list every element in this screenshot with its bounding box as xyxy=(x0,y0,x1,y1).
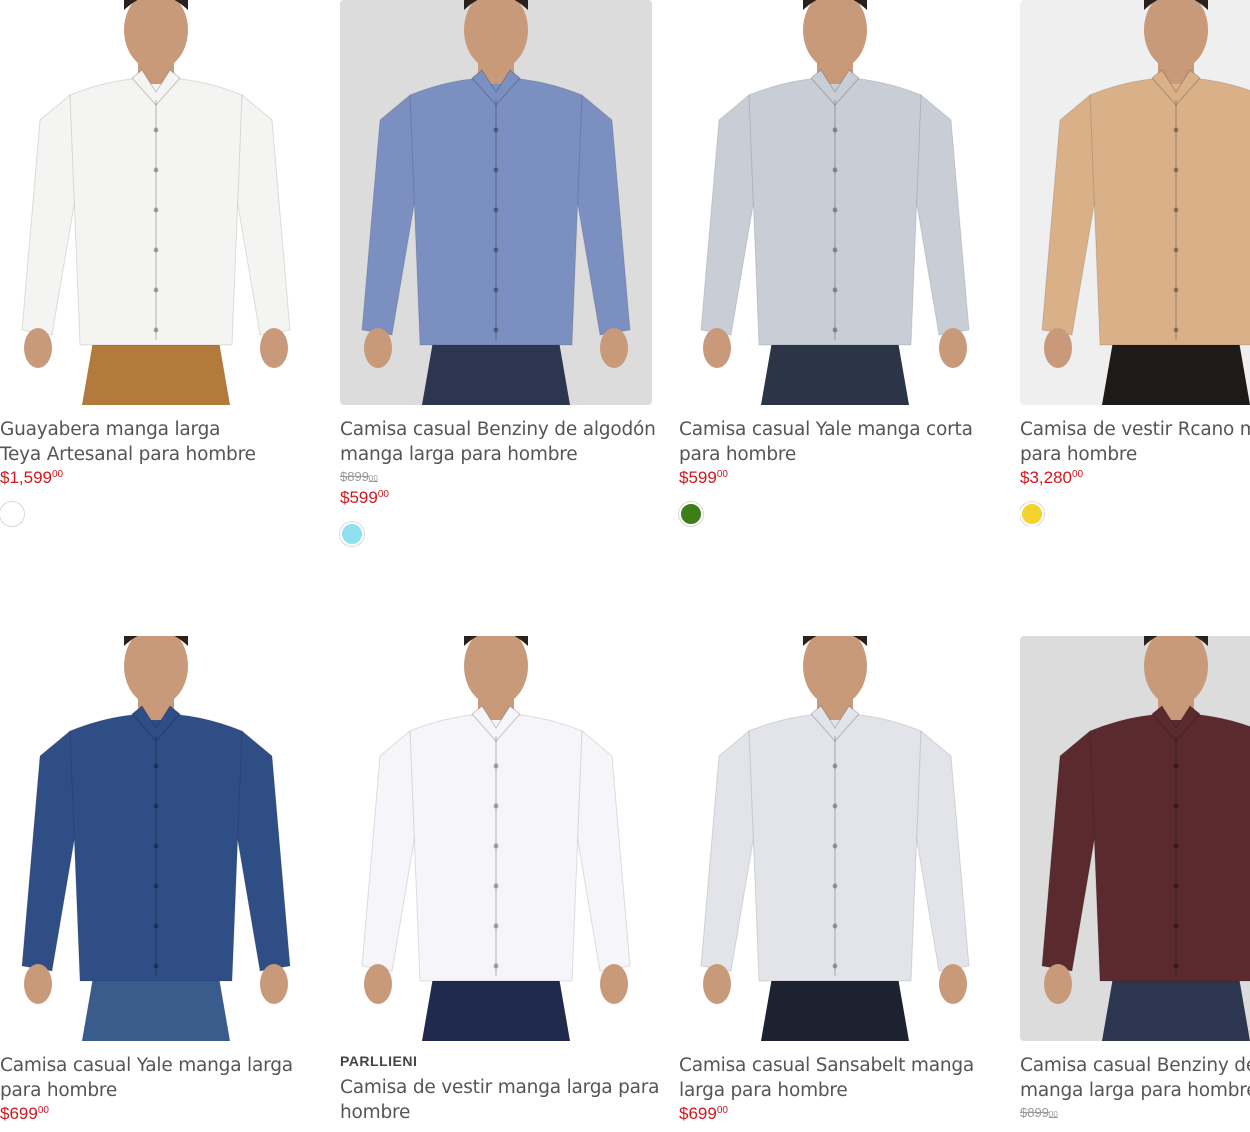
color-swatch[interactable] xyxy=(1020,502,1044,526)
product-title-line: para hombre xyxy=(0,1080,118,1101)
price-amount: $599 xyxy=(340,488,378,507)
product-title[interactable]: Camisa casual Benziny de algodón manga l… xyxy=(1020,1053,1250,1103)
old-price-cents: 00 xyxy=(1048,1110,1058,1119)
product-title-line: Camisa casual Sansabelt manga xyxy=(679,1055,975,1076)
price-cents: 00 xyxy=(716,1105,728,1116)
model-photo xyxy=(1020,0,1250,405)
product-title[interactable]: Camisa casual Benziny de algodón manga l… xyxy=(340,417,656,467)
product-brand: PARLLIENI xyxy=(340,1053,418,1069)
model-photo xyxy=(0,0,312,405)
model-photo xyxy=(679,636,991,1041)
product-title-line: Camisa de vestir Rcano manga larga xyxy=(1020,419,1250,440)
price-amount: $3,280 xyxy=(1020,468,1072,487)
model-photo xyxy=(0,636,312,1041)
product-price: $69900 xyxy=(679,1104,991,1126)
old-price-amount: $899 xyxy=(340,469,369,484)
price-amount: $699 xyxy=(0,1104,38,1123)
product-title-line: para hombre xyxy=(1020,444,1138,465)
product-card[interactable]: PARLLIENI Camisa de vestir manga larga p… xyxy=(340,636,660,1125)
product-card[interactable]: Camisa casual Yale manga larga para homb… xyxy=(0,636,312,1126)
old-price-amount: $899 xyxy=(1020,1105,1049,1120)
product-title-line: para hombre xyxy=(679,444,797,465)
product-price: $3,28000 xyxy=(1020,468,1250,490)
product-title[interactable]: Camisa de vestir manga larga para hombre xyxy=(340,1075,660,1125)
product-title-line: manga larga para hombre xyxy=(1020,1080,1250,1101)
product-title[interactable]: Guayabera manga larga Teya Artesanal par… xyxy=(0,417,312,467)
product-card[interactable]: Guayabera manga larga Teya Artesanal par… xyxy=(0,0,312,526)
product-title-line: Camisa casual Benziny de algodón xyxy=(340,419,656,440)
product-title-line: Teya Artesanal para hombre xyxy=(0,444,256,465)
product-title-line: hombre xyxy=(340,1102,411,1123)
product-card[interactable]: Camisa casual Benziny de algodón manga l… xyxy=(340,0,656,546)
color-swatch[interactable] xyxy=(679,502,703,526)
product-old-price: $89900 xyxy=(340,469,652,487)
product-card[interactable]: Camisa de vestir Rcano manga larga para … xyxy=(1020,0,1250,526)
product-card[interactable]: Camisa casual Benziny de algodón manga l… xyxy=(1020,636,1250,1123)
product-image[interactable] xyxy=(340,0,652,405)
price-cents: 00 xyxy=(1072,469,1084,480)
product-card[interactable]: Camisa casual Sansabelt manga larga para… xyxy=(679,636,991,1126)
product-title-line: Camisa casual Yale manga larga xyxy=(0,1055,293,1076)
product-price: $1,59900 xyxy=(0,468,312,490)
product-image[interactable] xyxy=(679,636,991,1041)
price-cents: 00 xyxy=(377,489,389,500)
price-amount: $1,599 xyxy=(0,468,52,487)
model-photo xyxy=(340,636,652,1041)
product-title-line: Camisa de vestir manga larga para xyxy=(340,1077,660,1098)
product-image[interactable] xyxy=(340,636,652,1041)
color-swatch[interactable] xyxy=(340,522,364,546)
product-image[interactable] xyxy=(0,0,312,405)
product-title[interactable]: Camisa casual Yale manga corta para homb… xyxy=(679,417,991,467)
product-title[interactable]: Camisa casual Yale manga larga para homb… xyxy=(0,1053,312,1103)
product-image[interactable] xyxy=(1020,636,1250,1041)
product-card[interactable]: Camisa casual Yale manga corta para homb… xyxy=(679,0,991,526)
model-photo xyxy=(340,0,652,405)
product-old-price: $89900 xyxy=(1020,1105,1250,1123)
product-price: $59900 xyxy=(340,488,652,510)
product-grid: Guayabera manga larga Teya Artesanal par… xyxy=(0,0,1250,1132)
model-photo xyxy=(1020,636,1250,1041)
product-image[interactable] xyxy=(1020,0,1250,405)
product-title-line: Camisa casual Yale manga corta xyxy=(679,419,973,440)
product-price: $59900 xyxy=(679,468,991,490)
product-title-line: manga larga para hombre xyxy=(340,444,578,465)
product-price: $69900 xyxy=(0,1104,312,1126)
product-title-line: larga para hombre xyxy=(679,1080,848,1101)
product-title-line: Guayabera manga larga xyxy=(0,419,221,440)
price-cents: 00 xyxy=(37,1105,49,1116)
product-image[interactable] xyxy=(679,0,991,405)
product-title-line: Camisa casual Benziny de algodón xyxy=(1020,1055,1250,1076)
model-photo xyxy=(679,0,991,405)
price-cents: 00 xyxy=(52,469,64,480)
product-title[interactable]: Camisa de vestir Rcano manga larga para … xyxy=(1020,417,1250,467)
old-price-cents: 00 xyxy=(368,474,378,483)
color-swatch[interactable] xyxy=(0,502,24,526)
product-title[interactable]: Camisa casual Sansabelt manga larga para… xyxy=(679,1053,991,1103)
price-amount: $699 xyxy=(679,1104,717,1123)
price-cents: 00 xyxy=(716,469,728,480)
product-image[interactable] xyxy=(0,636,312,1041)
price-amount: $599 xyxy=(679,468,717,487)
